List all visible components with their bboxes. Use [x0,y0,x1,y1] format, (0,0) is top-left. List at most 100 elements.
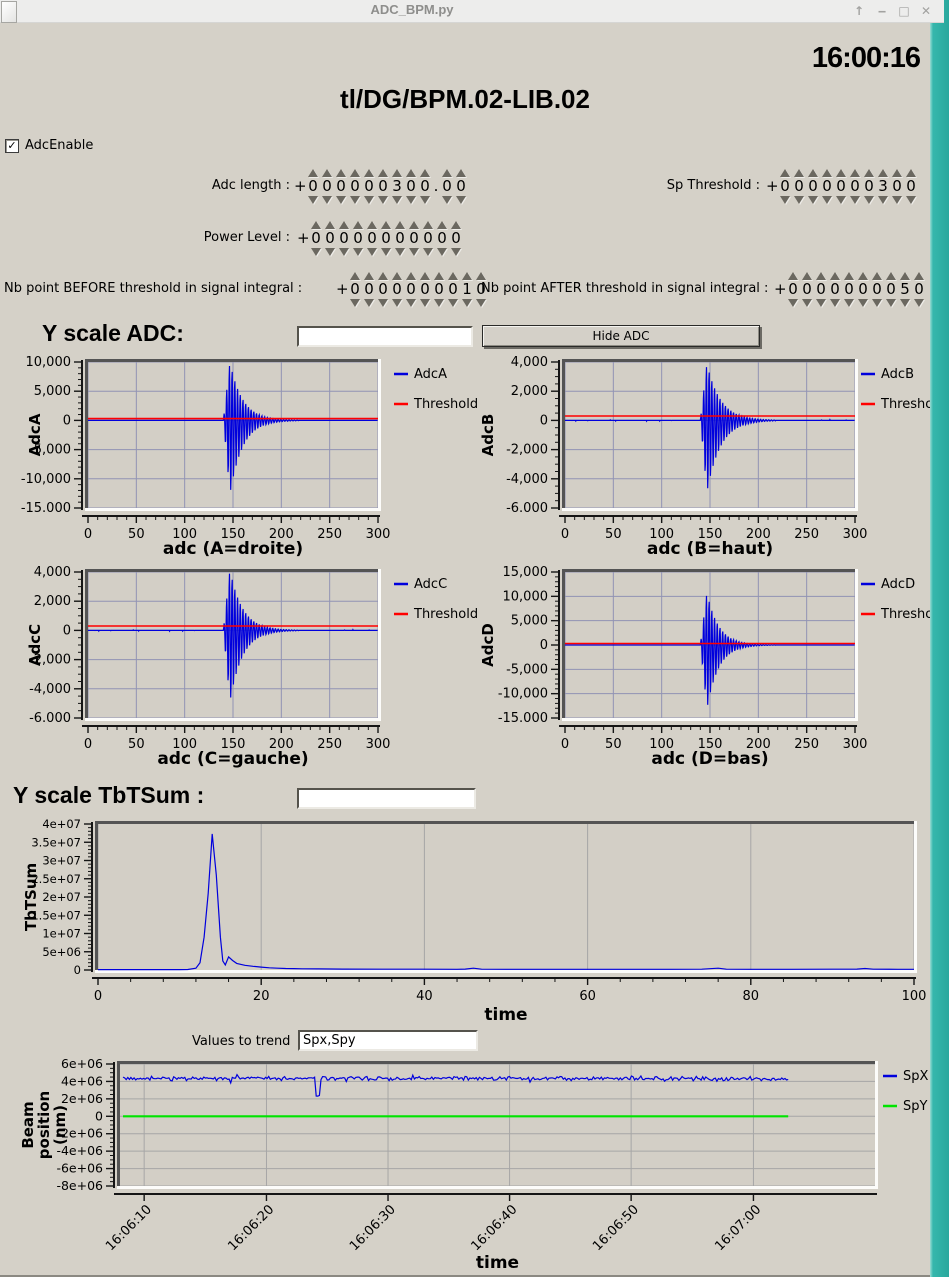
digit-down-arrow[interactable] [322,195,332,204]
digit-up-arrow[interactable] [878,168,888,177]
digit-down-arrow[interactable] [311,247,321,256]
digit-up-arrow[interactable] [914,271,924,280]
digit-up-arrow[interactable] [456,168,466,177]
digit-down-arrow[interactable] [456,195,466,204]
digit-up-arrow[interactable] [423,220,433,229]
digit-up-arrow[interactable] [448,271,458,280]
digit-up-arrow[interactable] [364,271,374,280]
digit-down-arrow[interactable] [406,195,416,204]
digit-up-arrow[interactable] [378,271,388,280]
nb-after-spinner[interactable]: +0 0 0 0 0 0 0 0 5 0 [774,266,926,312]
digit-down-arrow[interactable] [339,247,349,256]
digit-down-arrow[interactable] [816,298,826,307]
digit-down-arrow[interactable] [788,298,798,307]
digit-down-arrow[interactable] [392,298,402,307]
adc-length-spinner[interactable]: +0 0 0 0 0 0 3 0 0. 0 0 [294,163,468,209]
digit-down-arrow[interactable] [367,247,377,256]
digit-up-arrow[interactable] [392,168,402,177]
digit-down-arrow[interactable] [353,247,363,256]
digit-up-arrow[interactable] [420,271,430,280]
digit-down-arrow[interactable] [822,195,832,204]
digit-down-arrow[interactable] [892,195,902,204]
digit-up-arrow[interactable] [816,271,826,280]
digit-up-arrow[interactable] [409,220,419,229]
digit-down-arrow[interactable] [392,195,402,204]
digit-up-arrow[interactable] [406,271,416,280]
digit-up-arrow[interactable] [322,168,332,177]
power-level-spinner[interactable]: +0 0 0 0 0 0 0 0 0 0 0 [297,215,463,261]
digit-down-arrow[interactable] [336,195,346,204]
hide-adc-button[interactable]: Hide ADC [482,325,760,347]
digit-up-arrow[interactable] [850,168,860,177]
window-up-button[interactable]: ↑ [850,2,868,20]
digit-down-arrow[interactable] [906,195,916,204]
digit-down-arrow[interactable] [836,195,846,204]
digit-up-arrow[interactable] [311,220,321,229]
digit-down-arrow[interactable] [858,298,868,307]
digit-down-arrow[interactable] [808,195,818,204]
digit-up-arrow[interactable] [788,271,798,280]
digit-down-arrow[interactable] [423,247,433,256]
adc-enable-checkbox[interactable]: ✓ [5,138,19,153]
digit-down-arrow[interactable] [900,298,910,307]
digit-up-arrow[interactable] [892,168,902,177]
digit-up-arrow[interactable] [808,168,818,177]
digit-down-arrow[interactable] [420,298,430,307]
digit-up-arrow[interactable] [437,220,447,229]
digit-down-arrow[interactable] [802,298,812,307]
digit-up-arrow[interactable] [900,271,910,280]
window-close-button[interactable]: ✕ [917,2,935,20]
digit-up-arrow[interactable] [353,220,363,229]
digit-up-arrow[interactable] [339,220,349,229]
digit-up-arrow[interactable] [406,168,416,177]
digit-up-arrow[interactable] [364,168,374,177]
digit-up-arrow[interactable] [836,168,846,177]
digit-up-arrow[interactable] [325,220,335,229]
digit-up-arrow[interactable] [392,271,402,280]
sp-threshold-spinner[interactable]: +0 0 0 0 0 0 0 3 0 0 [766,163,918,209]
digit-down-arrow[interactable] [434,298,444,307]
window-maximize-button[interactable]: □ [895,2,913,20]
digit-down-arrow[interactable] [448,298,458,307]
digit-down-arrow[interactable] [325,247,335,256]
digit-up-arrow[interactable] [858,271,868,280]
digit-up-arrow[interactable] [442,168,452,177]
digit-down-arrow[interactable] [830,298,840,307]
digit-up-arrow[interactable] [886,271,896,280]
digit-up-arrow[interactable] [802,271,812,280]
digit-up-arrow[interactable] [308,168,318,177]
yscale-tbt-input[interactable] [297,788,476,809]
digit-up-arrow[interactable] [794,168,804,177]
digit-down-arrow[interactable] [381,247,391,256]
digit-up-arrow[interactable] [350,271,360,280]
yscale-adc-input[interactable] [297,326,473,347]
digit-down-arrow[interactable] [437,247,447,256]
digit-down-arrow[interactable] [409,247,419,256]
digit-up-arrow[interactable] [434,271,444,280]
window-minimize-button[interactable]: ‒ [873,2,891,20]
digit-down-arrow[interactable] [406,298,416,307]
digit-down-arrow[interactable] [850,195,860,204]
digit-up-arrow[interactable] [822,168,832,177]
digit-up-arrow[interactable] [830,271,840,280]
digit-up-arrow[interactable] [844,271,854,280]
digit-down-arrow[interactable] [395,247,405,256]
digit-down-arrow[interactable] [364,298,374,307]
nb-before-spinner[interactable]: +0 0 0 0 0 0 0 0 1 0 [336,266,488,312]
digit-down-arrow[interactable] [878,195,888,204]
digit-down-arrow[interactable] [442,195,452,204]
digit-up-arrow[interactable] [906,168,916,177]
digit-down-arrow[interactable] [872,298,882,307]
digit-up-arrow[interactable] [378,168,388,177]
digit-up-arrow[interactable] [336,168,346,177]
digit-down-arrow[interactable] [378,298,388,307]
values-to-trend-input[interactable] [298,1030,478,1051]
digit-down-arrow[interactable] [780,195,790,204]
digit-down-arrow[interactable] [420,195,430,204]
digit-down-arrow[interactable] [886,298,896,307]
digit-down-arrow[interactable] [451,247,461,256]
digit-down-arrow[interactable] [914,298,924,307]
digit-down-arrow[interactable] [378,195,388,204]
digit-down-arrow[interactable] [844,298,854,307]
digit-up-arrow[interactable] [462,271,472,280]
